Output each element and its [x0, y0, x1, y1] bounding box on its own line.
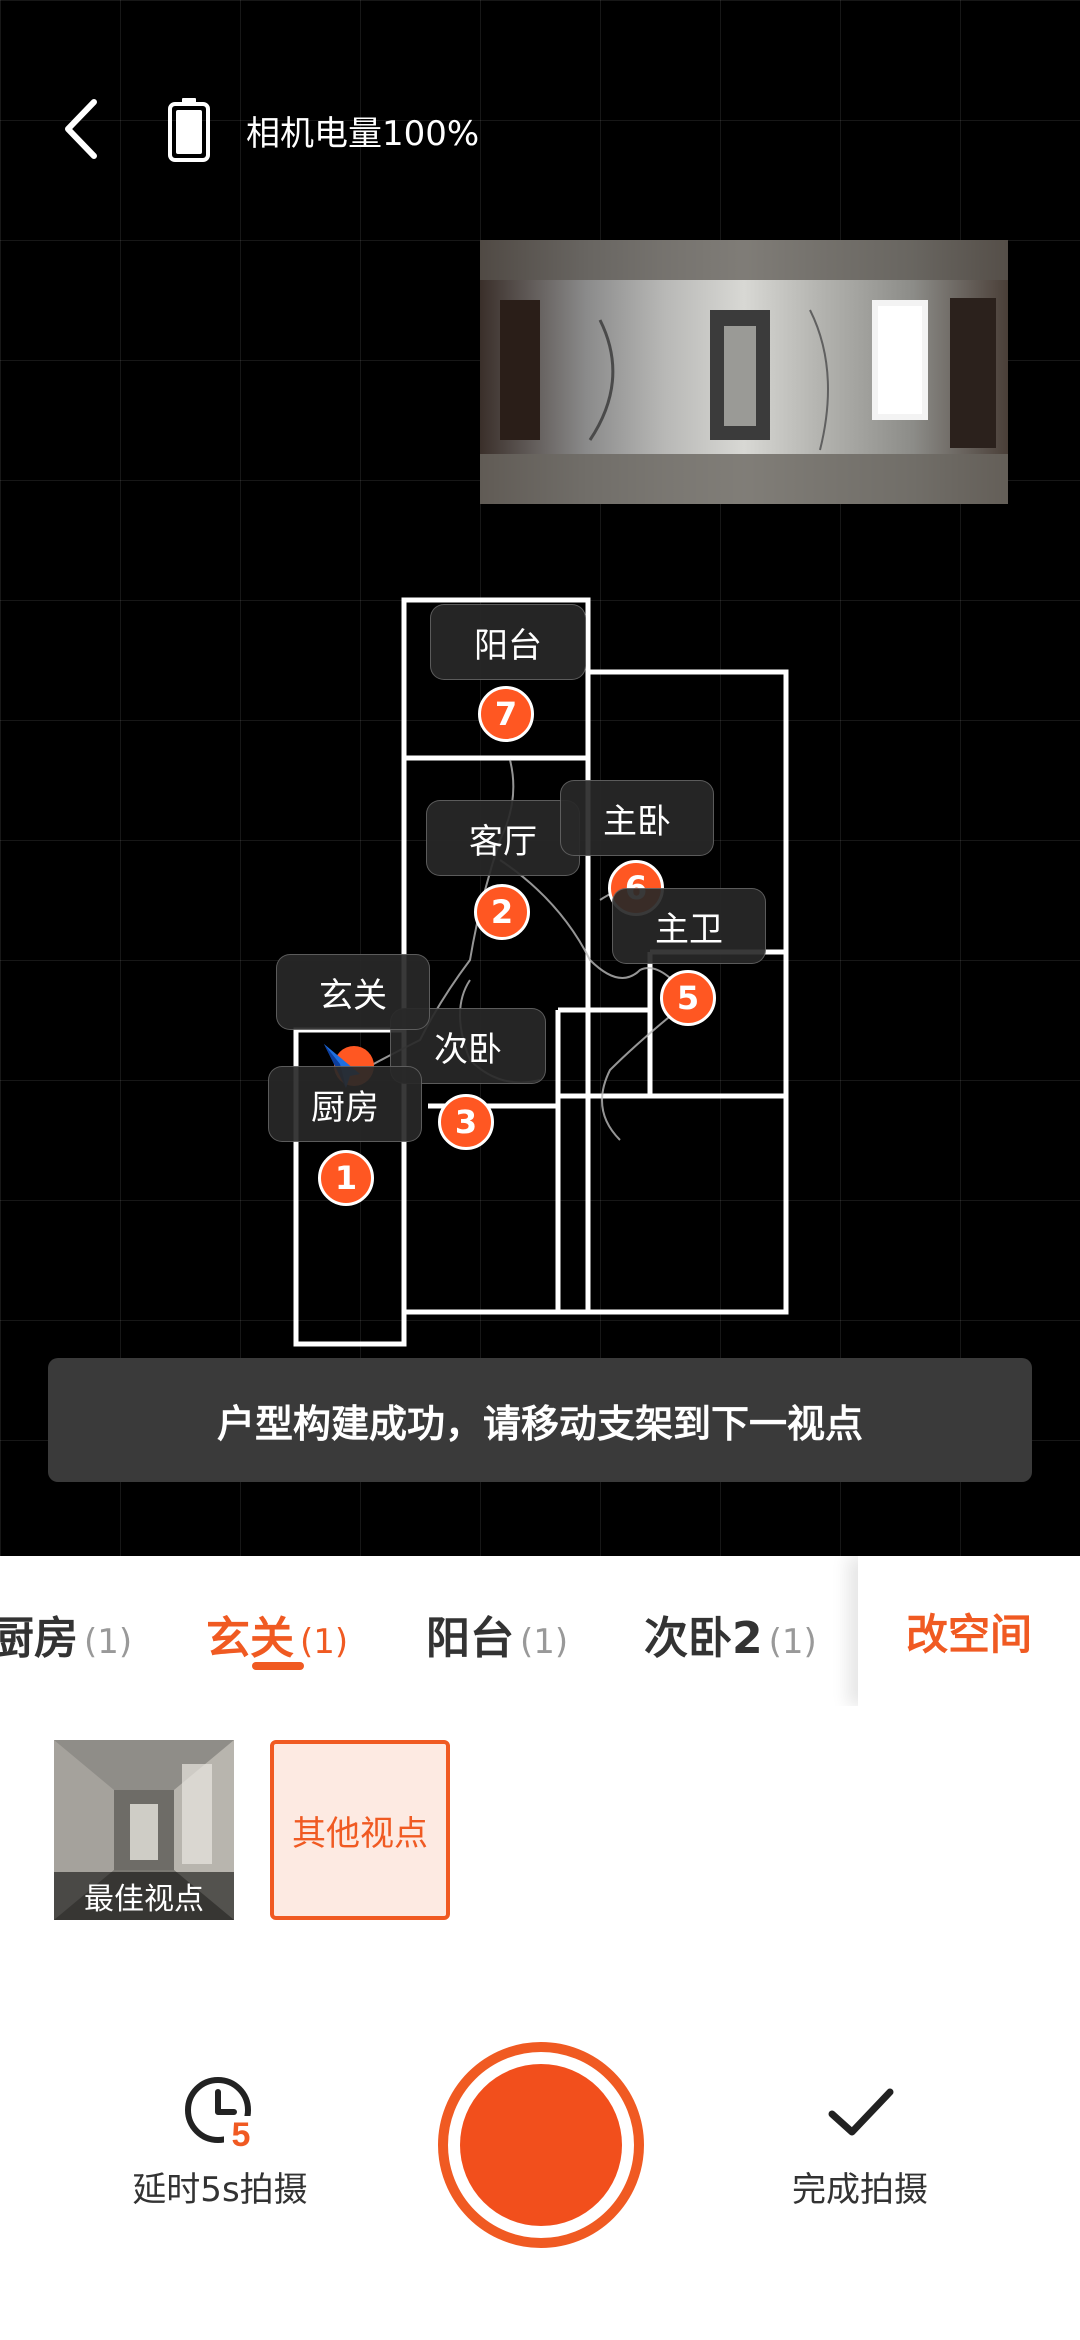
timer-badge: 5 — [232, 2116, 251, 2152]
tab-kitchen[interactable]: 厨房 (1) — [0, 1602, 133, 1664]
tab-label: 次卧2 — [644, 1613, 763, 1664]
room-label-entrance[interactable]: 玄关 — [276, 954, 430, 1030]
floor-plan — [293, 597, 789, 1347]
finish-capture-button[interactable]: 完成拍摄 — [760, 2072, 960, 2211]
camera-map-view: 相机电量100% 阳台 7 客厅 2 主卧 主卫 5 次卧 3 玄关 厨房 1 … — [0, 0, 1080, 1556]
tab-balcony[interactable]: 阳台 (1) — [426, 1602, 569, 1664]
timer-5s-button[interactable]: 5 延时5s拍摄 — [110, 2072, 330, 2211]
other-viewpoints-button[interactable]: 其他视点 — [270, 1740, 450, 1920]
timer-label: 延时5s拍摄 — [132, 2170, 308, 2210]
best-viewpoint-thumbnail[interactable]: 最佳视点 — [54, 1740, 234, 1920]
finish-capture-label: 完成拍摄 — [792, 2170, 928, 2210]
viewpoint-pin-5[interactable]: 5 — [660, 970, 716, 1026]
tab-count: (1) — [84, 1622, 133, 1662]
change-space-button[interactable]: 改空间 — [858, 1556, 1080, 1706]
room-label-kitchen[interactable]: 厨房 — [268, 1066, 422, 1142]
best-viewpoint-caption: 最佳视点 — [54, 1872, 234, 1920]
checkmark-icon — [828, 2088, 894, 2136]
timer-icon: 5 — [185, 2077, 258, 2152]
tab-count: (1) — [520, 1622, 569, 1662]
tab-label: 阳台 — [426, 1613, 514, 1664]
room-label-master-bath[interactable]: 主卫 — [612, 888, 766, 964]
capture-panel: 最佳视点 其他视点 5 延时5s拍摄 完成拍摄 — [0, 1706, 1080, 2340]
viewpoint-pin-7[interactable]: 7 — [478, 686, 534, 742]
shutter-core — [460, 2064, 622, 2226]
viewpoint-pin-2[interactable]: 2 — [474, 884, 530, 940]
status-toast: 户型构建成功，请移动支架到下一视点 — [48, 1358, 1032, 1482]
room-label-living[interactable]: 客厅 — [426, 800, 580, 876]
tab-count: (1) — [768, 1622, 817, 1662]
active-tab-indicator — [252, 1662, 304, 1670]
tab-second-bedroom-2[interactable]: 次卧2 (1) — [644, 1602, 817, 1664]
tab-label: 玄关 — [206, 1613, 294, 1664]
room-label-balcony[interactable]: 阳台 — [430, 604, 586, 680]
viewpoint-pin-1[interactable]: 1 — [318, 1150, 374, 1206]
viewpoint-pin-3[interactable]: 3 — [438, 1094, 494, 1150]
tab-count: (1) — [300, 1622, 349, 1662]
tab-label: 厨房 — [0, 1613, 78, 1664]
room-label-master-bedroom[interactable]: 主卧 — [560, 780, 714, 856]
tab-entrance[interactable]: 玄关 (1) — [206, 1602, 349, 1664]
shutter-button[interactable] — [438, 2042, 644, 2248]
